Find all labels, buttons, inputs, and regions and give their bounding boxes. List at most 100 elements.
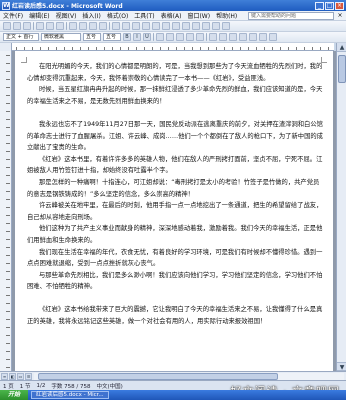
- copy-icon[interactable]: [79, 22, 87, 30]
- horizontal-scrollbar[interactable]: ≡ ◧ ▭ ☰: [0, 371, 346, 380]
- font-size-select[interactable]: 五号: [83, 33, 101, 41]
- document-close-icon[interactable]: ×: [336, 12, 344, 19]
- menu-file[interactable]: 文件(F): [0, 11, 26, 20]
- help-icon[interactable]: [212, 22, 220, 30]
- menu-edit[interactable]: 编辑(E): [26, 11, 52, 20]
- scroll-up-icon[interactable]: ▲: [337, 43, 346, 52]
- decrease-indent-icon[interactable]: [229, 33, 237, 41]
- menu-view[interactable]: 视图(V): [53, 11, 80, 20]
- undo-icon[interactable]: [112, 22, 120, 30]
- status-word-count[interactable]: 字数 758 / 758: [51, 382, 90, 390]
- web-layout-icon[interactable]: ◧: [9, 372, 16, 380]
- vertical-scrollbar[interactable]: ▲ ▼: [336, 43, 346, 371]
- justify-icon[interactable]: [186, 33, 194, 41]
- menu-insert[interactable]: 插入(I): [79, 11, 103, 20]
- paragraph[interactable]: 《红岩》这本书给我带来了巨大的震撼，它让我明白了今天的幸福生活来之不易，让我懂得…: [27, 304, 325, 327]
- print-layout-icon[interactable]: ▭: [17, 372, 24, 380]
- paragraph[interactable]: 他们这种为了共产主义事业而献身的精神，深深地感动着我，激励着我。我们今天的幸福生…: [27, 223, 325, 246]
- paragraph[interactable]: 许云峰被关在地牢里，在最后的时刻，他用手指一点一点地挖出了一条通道，把生的希望留…: [27, 200, 325, 223]
- outside-border-icon[interactable]: [249, 33, 257, 41]
- open-folder-icon[interactable]: [13, 22, 21, 30]
- vertical-scroll-thumb[interactable]: [338, 55, 346, 83]
- save-icon[interactable]: [23, 22, 31, 30]
- paragraph[interactable]: 那是怎样的一种痛啊！十指连心，可江姐却说：“毒刑拷打是太小的考验！竹签子是竹做的…: [27, 177, 325, 200]
- ruler-tick: [6, 127, 10, 128]
- paste-icon[interactable]: [89, 22, 97, 30]
- ruler-tick: [6, 87, 10, 88]
- ruler-corner[interactable]: [0, 43, 12, 51]
- ruler-tick: [6, 207, 10, 208]
- document-page[interactable]: 在阳光明媚的今天，我们的心情都是明朗的，可是，当我想到那些为了今天流血牺牲的先烈…: [15, 51, 333, 371]
- ruler-tick: [6, 215, 10, 216]
- new-document-icon[interactable]: [3, 22, 11, 30]
- align-right-icon[interactable]: [176, 33, 184, 41]
- read-icon[interactable]: [222, 22, 230, 30]
- paragraph[interactable]: 与那些革命先烈相比，我们是多么渺小啊！我们应该向他们学习，学习他们坚定的信念，学…: [27, 270, 325, 293]
- scroll-down-icon[interactable]: ▼: [337, 362, 346, 371]
- menu-tools[interactable]: 工具(T): [131, 11, 157, 20]
- ruler-tick: [176, 47, 177, 50]
- ruler-tick: [6, 183, 10, 184]
- document-map-icon[interactable]: [182, 22, 190, 30]
- horizontal-scroll-track[interactable]: [34, 372, 344, 380]
- close-button[interactable]: ×: [335, 1, 344, 10]
- horizontal-ruler[interactable]: [12, 43, 334, 51]
- horizontal-scroll-thumb[interactable]: [38, 372, 278, 380]
- normal-view-icon[interactable]: ≡: [1, 372, 8, 380]
- increase-indent-icon[interactable]: [239, 33, 247, 41]
- ruler-tick: [128, 47, 129, 50]
- align-left-icon[interactable]: [156, 33, 164, 41]
- style-select[interactable]: 正文 + 首行: [3, 33, 39, 41]
- menu-format[interactable]: 格式(O): [104, 11, 131, 20]
- redo-icon[interactable]: [122, 22, 130, 30]
- insert-excel-icon[interactable]: [152, 22, 160, 30]
- columns-icon[interactable]: [162, 22, 170, 30]
- underline-button[interactable]: U: [143, 33, 151, 41]
- italic-button[interactable]: I: [133, 33, 141, 41]
- print-icon[interactable]: [36, 22, 44, 30]
- menu-help[interactable]: 帮助(H): [213, 11, 240, 20]
- align-center-icon[interactable]: [166, 33, 174, 41]
- minimize-button[interactable]: _: [315, 1, 324, 10]
- ruler-tick: [6, 359, 10, 360]
- font-select[interactable]: 微软雅黑: [41, 33, 81, 41]
- numbering-icon[interactable]: [209, 33, 217, 41]
- empty-paragraph[interactable]: [27, 107, 325, 119]
- start-button[interactable]: 开始: [0, 390, 28, 400]
- print-preview-icon[interactable]: [46, 22, 54, 30]
- help-search-input[interactable]: 键入需要帮助的问题: [248, 11, 334, 20]
- outline-view-icon[interactable]: ☰: [25, 372, 32, 380]
- paragraph[interactable]: 《红岩》这本书里，有着许许多多的英雄人物，他们在敌人的严刑拷打面前，坚贞不屈，宁…: [27, 154, 325, 177]
- ruler-tick: [6, 199, 10, 200]
- table-icon[interactable]: [142, 22, 150, 30]
- empty-paragraph[interactable]: [27, 293, 325, 305]
- font-size-select-2[interactable]: 五号: [103, 33, 121, 41]
- ruler-tick: [96, 47, 97, 50]
- bullets-icon[interactable]: [219, 33, 227, 41]
- maximize-button[interactable]: □: [325, 1, 334, 10]
- cut-icon[interactable]: [69, 22, 77, 30]
- ruler-tick: [24, 47, 25, 50]
- show-hide-icon[interactable]: [192, 22, 200, 30]
- taskbar: 开始 红岩读后感5.docx - Micr...: [0, 390, 346, 400]
- format-painter-icon[interactable]: [99, 22, 107, 30]
- hyperlink-icon[interactable]: [132, 22, 140, 30]
- menu-table[interactable]: 表格(A): [158, 11, 185, 20]
- spelling-icon[interactable]: [56, 22, 64, 30]
- paragraph[interactable]: 时候，当五星红旗冉冉升起的时候，那一抹鲜红浸透了多少革命先烈的鲜血，我们应该知道…: [27, 84, 325, 107]
- ruler-tick: [6, 295, 10, 296]
- ruler-tick: [6, 111, 10, 112]
- font-color-icon[interactable]: [269, 33, 277, 41]
- paragraph[interactable]: 我们现在生活在幸福的年代，衣食无忧，有着良好的学习环境，可是我们有时候却不懂得珍…: [27, 247, 325, 270]
- menu-window[interactable]: 窗口(W): [184, 11, 213, 20]
- bold-button[interactable]: B: [123, 33, 131, 41]
- highlight-icon[interactable]: [259, 33, 267, 41]
- paragraph[interactable]: 在阳光明媚的今天，我们的心情都是明朗的，可是，当我想到那些为了今天流血牺牲的先烈…: [27, 61, 325, 84]
- taskbar-word-window[interactable]: 红岩读后感5.docx - Micr...: [31, 391, 109, 399]
- drawing-icon[interactable]: [172, 22, 180, 30]
- line-spacing-icon[interactable]: [196, 33, 204, 41]
- word-app-icon: W: [2, 1, 10, 10]
- paragraph[interactable]: 我永远也忘不了1949年11月27日那一天，国民党反动派在逃离重庆的前夕，对关押…: [27, 119, 325, 154]
- zoom-icon[interactable]: [202, 22, 210, 30]
- vertical-ruler[interactable]: [0, 51, 12, 371]
